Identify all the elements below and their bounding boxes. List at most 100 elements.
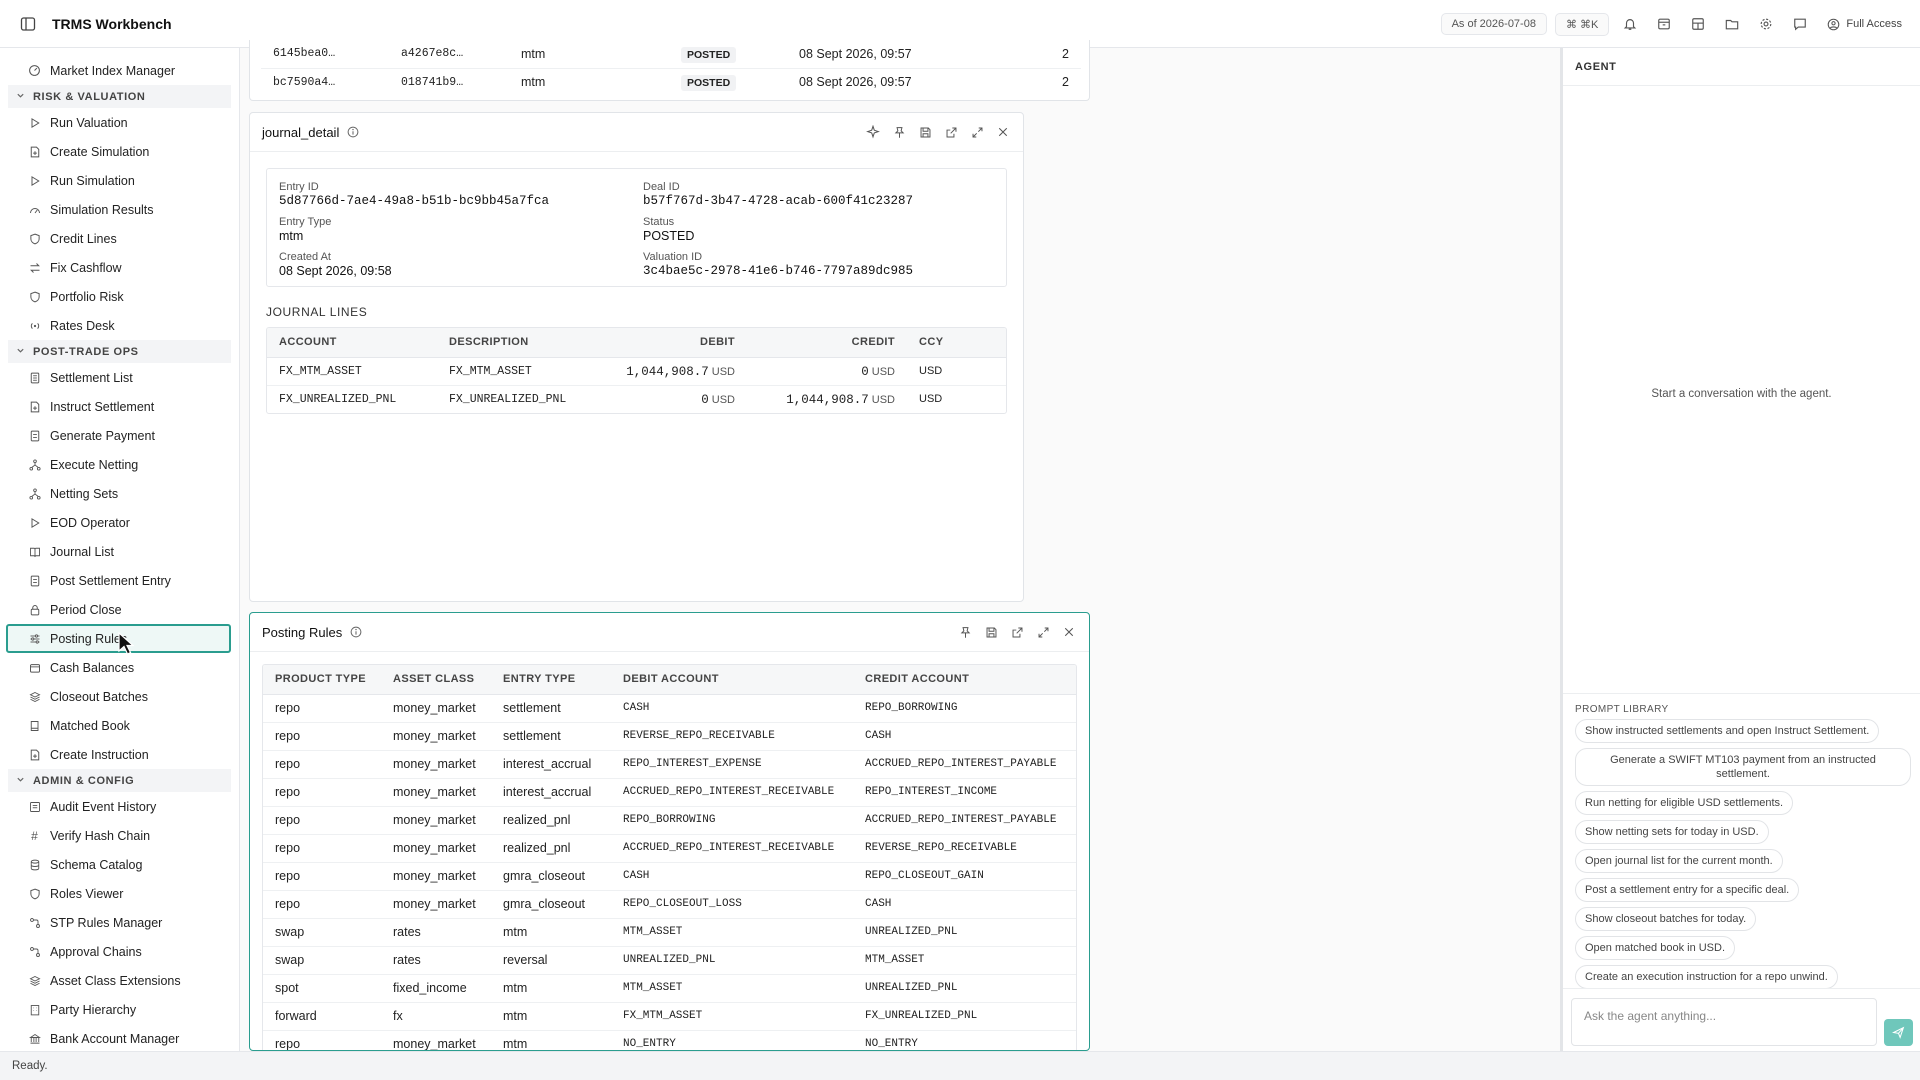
sidebar-item-run-valuation[interactable]: Run Valuation bbox=[6, 108, 231, 137]
column-header[interactable]: DESCRIPTION bbox=[437, 328, 607, 358]
table-row[interactable]: swap rates reversal UNREALIZED_PNL MTM_ASSET bbox=[263, 946, 1076, 975]
access-level[interactable]: Full Access bbox=[1827, 18, 1902, 31]
table-row[interactable]: 6145bea0… a4267e8c… mtm POSTED 08 Sept 2… bbox=[261, 40, 1081, 69]
gear-icon[interactable] bbox=[1753, 11, 1779, 37]
sidebar-item-credit-lines[interactable]: Credit Lines bbox=[6, 224, 231, 253]
info-icon[interactable] bbox=[347, 126, 359, 138]
sidebar-item-journal-list[interactable]: Journal List bbox=[6, 537, 231, 566]
sidebar-item-settlement-list[interactable]: Settlement List bbox=[6, 363, 231, 392]
column-header[interactable]: DEBIT ACCOUNT bbox=[611, 665, 853, 695]
table-row[interactable]: repo money_market mtm NO_ENTRY NO_ENTRY bbox=[263, 1030, 1076, 1050]
table-row[interactable]: repo money_market gmra_closeout REPO_CLOSEO… bbox=[263, 890, 1076, 919]
sidebar-item-create-simulation[interactable]: Create Simulation bbox=[6, 137, 231, 166]
table-row[interactable]: FX_MTM_ASSET FX_MTM_ASSET 1,044,908.7 USD… bbox=[267, 357, 1006, 386]
table-row[interactable]: swap rates mtm MTM_ASSET UNREALIZED_PNL bbox=[263, 918, 1076, 947]
sidebar-item-generate-payment[interactable]: Generate Payment bbox=[6, 421, 231, 450]
save-icon[interactable] bbox=[983, 624, 999, 640]
sidebar-item-run-simulation[interactable]: Run Simulation bbox=[6, 166, 231, 195]
sidebar-item-approval-chains[interactable]: Approval Chains bbox=[6, 937, 231, 966]
close-icon[interactable] bbox=[1061, 624, 1077, 640]
chat-icon[interactable] bbox=[1787, 11, 1813, 37]
sidebar-item-bank-account-manager[interactable]: Bank Account Manager bbox=[6, 1024, 231, 1051]
external-link-icon[interactable] bbox=[1009, 624, 1025, 640]
sidebar-item-portfolio-risk[interactable]: Portfolio Risk bbox=[6, 282, 231, 311]
folder-icon[interactable] bbox=[1719, 11, 1745, 37]
sidebar-item-matched-book[interactable]: Matched Book bbox=[6, 711, 231, 740]
gauge-icon bbox=[28, 203, 41, 216]
layout-icon[interactable] bbox=[1685, 11, 1711, 37]
info-icon[interactable] bbox=[350, 626, 362, 638]
pin-icon[interactable] bbox=[891, 124, 907, 140]
pin-icon[interactable] bbox=[957, 624, 973, 640]
table-row[interactable]: repo money_market interest_accrual REPO_INT… bbox=[263, 750, 1076, 779]
sidebar-item-market-index-manager[interactable]: Market Index Manager bbox=[6, 56, 231, 85]
close-icon[interactable] bbox=[995, 124, 1011, 140]
table-row[interactable]: FX_UNREALIZED_PNL FX_UNREALIZED_PNL 0 USD… bbox=[267, 385, 1006, 413]
table-row[interactable]: repo money_market realized_pnl ACCRUED_REPO… bbox=[263, 834, 1076, 863]
sidebar-toggle-icon[interactable] bbox=[18, 14, 38, 34]
send-button[interactable] bbox=[1884, 1019, 1913, 1046]
command-palette-button[interactable]: ⌘ ⌘K bbox=[1554, 12, 1610, 36]
sidebar-item-simulation-results[interactable]: Simulation Results bbox=[6, 195, 231, 224]
sidebar-item-stp-rules-manager[interactable]: STP Rules Manager bbox=[6, 908, 231, 937]
external-link-icon[interactable] bbox=[943, 124, 959, 140]
debit-ccy: USD bbox=[711, 365, 735, 378]
sidebar-item-verify-hash-chain[interactable]: # Verify Hash Chain bbox=[6, 821, 231, 850]
column-header[interactable]: CCY bbox=[907, 328, 1006, 358]
expand-icon[interactable] bbox=[1035, 624, 1051, 640]
sidebar-item-execute-netting[interactable]: Execute Netting bbox=[6, 450, 231, 479]
prompt-chip[interactable]: Run netting for eligible USD settlements… bbox=[1575, 791, 1794, 815]
table-row[interactable]: repo money_market realized_pnl REPO_BORROWI… bbox=[263, 806, 1076, 835]
prompt-chip[interactable]: Generate a SWIFT MT103 payment from an i… bbox=[1575, 748, 1911, 786]
sidebar-item-post-settlement-entry[interactable]: Post Settlement Entry bbox=[6, 566, 231, 595]
sidebar-item-closeout-batches[interactable]: Closeout Batches bbox=[6, 682, 231, 711]
prompt-chip[interactable]: Show instructed settlements and open Ins… bbox=[1575, 719, 1880, 743]
sidebar-item-period-close[interactable]: Period Close bbox=[6, 595, 231, 624]
prompt-chip[interactable]: Open matched book in USD. bbox=[1575, 936, 1736, 960]
sidebar-item-roles-viewer[interactable]: Roles Viewer bbox=[6, 879, 231, 908]
sidebar-item-instruct-settlement[interactable]: Instruct Settlement bbox=[6, 392, 231, 421]
agent-input[interactable]: Ask the agent anything... bbox=[1571, 998, 1877, 1046]
column-header[interactable]: CREDIT ACCOUNT bbox=[853, 665, 1076, 695]
sidebar-item-rates-desk[interactable]: Rates Desk bbox=[6, 311, 231, 340]
save-icon[interactable] bbox=[917, 124, 933, 140]
table-row[interactable]: forward fx mtm FX_MTM_ASSET FX_UNREALIZED_PN… bbox=[263, 1002, 1076, 1031]
sidebar-item-asset-class-extensions[interactable]: Asset Class Extensions bbox=[6, 966, 231, 995]
sidebar-item-netting-sets[interactable]: Netting Sets bbox=[6, 479, 231, 508]
table-row[interactable]: repo money_market settlement CASH REPO_BORRO… bbox=[263, 694, 1076, 723]
table-row[interactable]: spot fixed_income mtm MTM_ASSET UNREALIZED_P… bbox=[263, 974, 1076, 1003]
status-bar: Ready. bbox=[0, 1051, 1920, 1080]
column-header[interactable]: ASSET CLASS bbox=[381, 665, 491, 695]
as-of-date-button[interactable]: As of 2026-07-08 bbox=[1440, 13, 1547, 35]
column-header[interactable]: CREDIT bbox=[747, 328, 907, 358]
ccy-cell: USD bbox=[907, 357, 1006, 386]
sidebar-item-audit-event-history[interactable]: Audit Event History bbox=[6, 792, 231, 821]
table-row[interactable]: repo money_market gmra_closeout CASH REPO_CL… bbox=[263, 862, 1076, 891]
table-row[interactable]: bc7590a4… 018741b9… mtm POSTED 08 Sept 2… bbox=[261, 68, 1081, 96]
column-header[interactable]: ENTRY TYPE bbox=[491, 665, 611, 695]
table-row[interactable]: repo money_market interest_accrual ACCRUED_… bbox=[263, 778, 1076, 807]
prompt-chip[interactable]: Show netting sets for today in USD. bbox=[1575, 820, 1769, 844]
sidebar-item-fix-cashflow[interactable]: Fix Cashflow bbox=[6, 253, 231, 282]
sidebar-item-schema-catalog[interactable]: Schema Catalog bbox=[6, 850, 231, 879]
column-header[interactable]: ACCOUNT bbox=[267, 328, 437, 358]
sidebar-section-risk-valuation[interactable]: RISK & VALUATION bbox=[8, 85, 231, 108]
table-row[interactable]: repo money_market settlement REVERSE_REPO_R… bbox=[263, 722, 1076, 751]
expand-icon[interactable] bbox=[969, 124, 985, 140]
sidebar-item-eod-operator[interactable]: EOD Operator bbox=[6, 508, 231, 537]
archive-icon[interactable] bbox=[1651, 11, 1677, 37]
prompt-chip[interactable]: Create an execution instruction for a re… bbox=[1575, 965, 1838, 989]
prompt-chip[interactable]: Post a settlement entry for a specific d… bbox=[1575, 878, 1800, 902]
sidebar-section-admin-config[interactable]: ADMIN & CONFIG bbox=[8, 769, 231, 792]
sidebar-item-party-hierarchy[interactable]: Party Hierarchy bbox=[6, 995, 231, 1024]
bell-icon[interactable] bbox=[1617, 11, 1643, 37]
debit-account-cell: MTM_ASSET bbox=[611, 918, 853, 947]
prompt-chip[interactable]: Show closeout batches for today. bbox=[1575, 907, 1757, 931]
sparkle-icon[interactable] bbox=[865, 124, 881, 140]
column-header[interactable]: DEBIT bbox=[607, 328, 747, 358]
column-header[interactable]: PRODUCT TYPE bbox=[263, 665, 381, 695]
sidebar-section-post-trade-ops[interactable]: POST-TRADE OPS bbox=[8, 340, 231, 363]
prompt-chip[interactable]: Open journal list for the current month. bbox=[1575, 849, 1783, 873]
sidebar-item-create-instruction[interactable]: Create Instruction bbox=[6, 740, 231, 769]
debit-account-cell: CASH bbox=[611, 694, 853, 723]
